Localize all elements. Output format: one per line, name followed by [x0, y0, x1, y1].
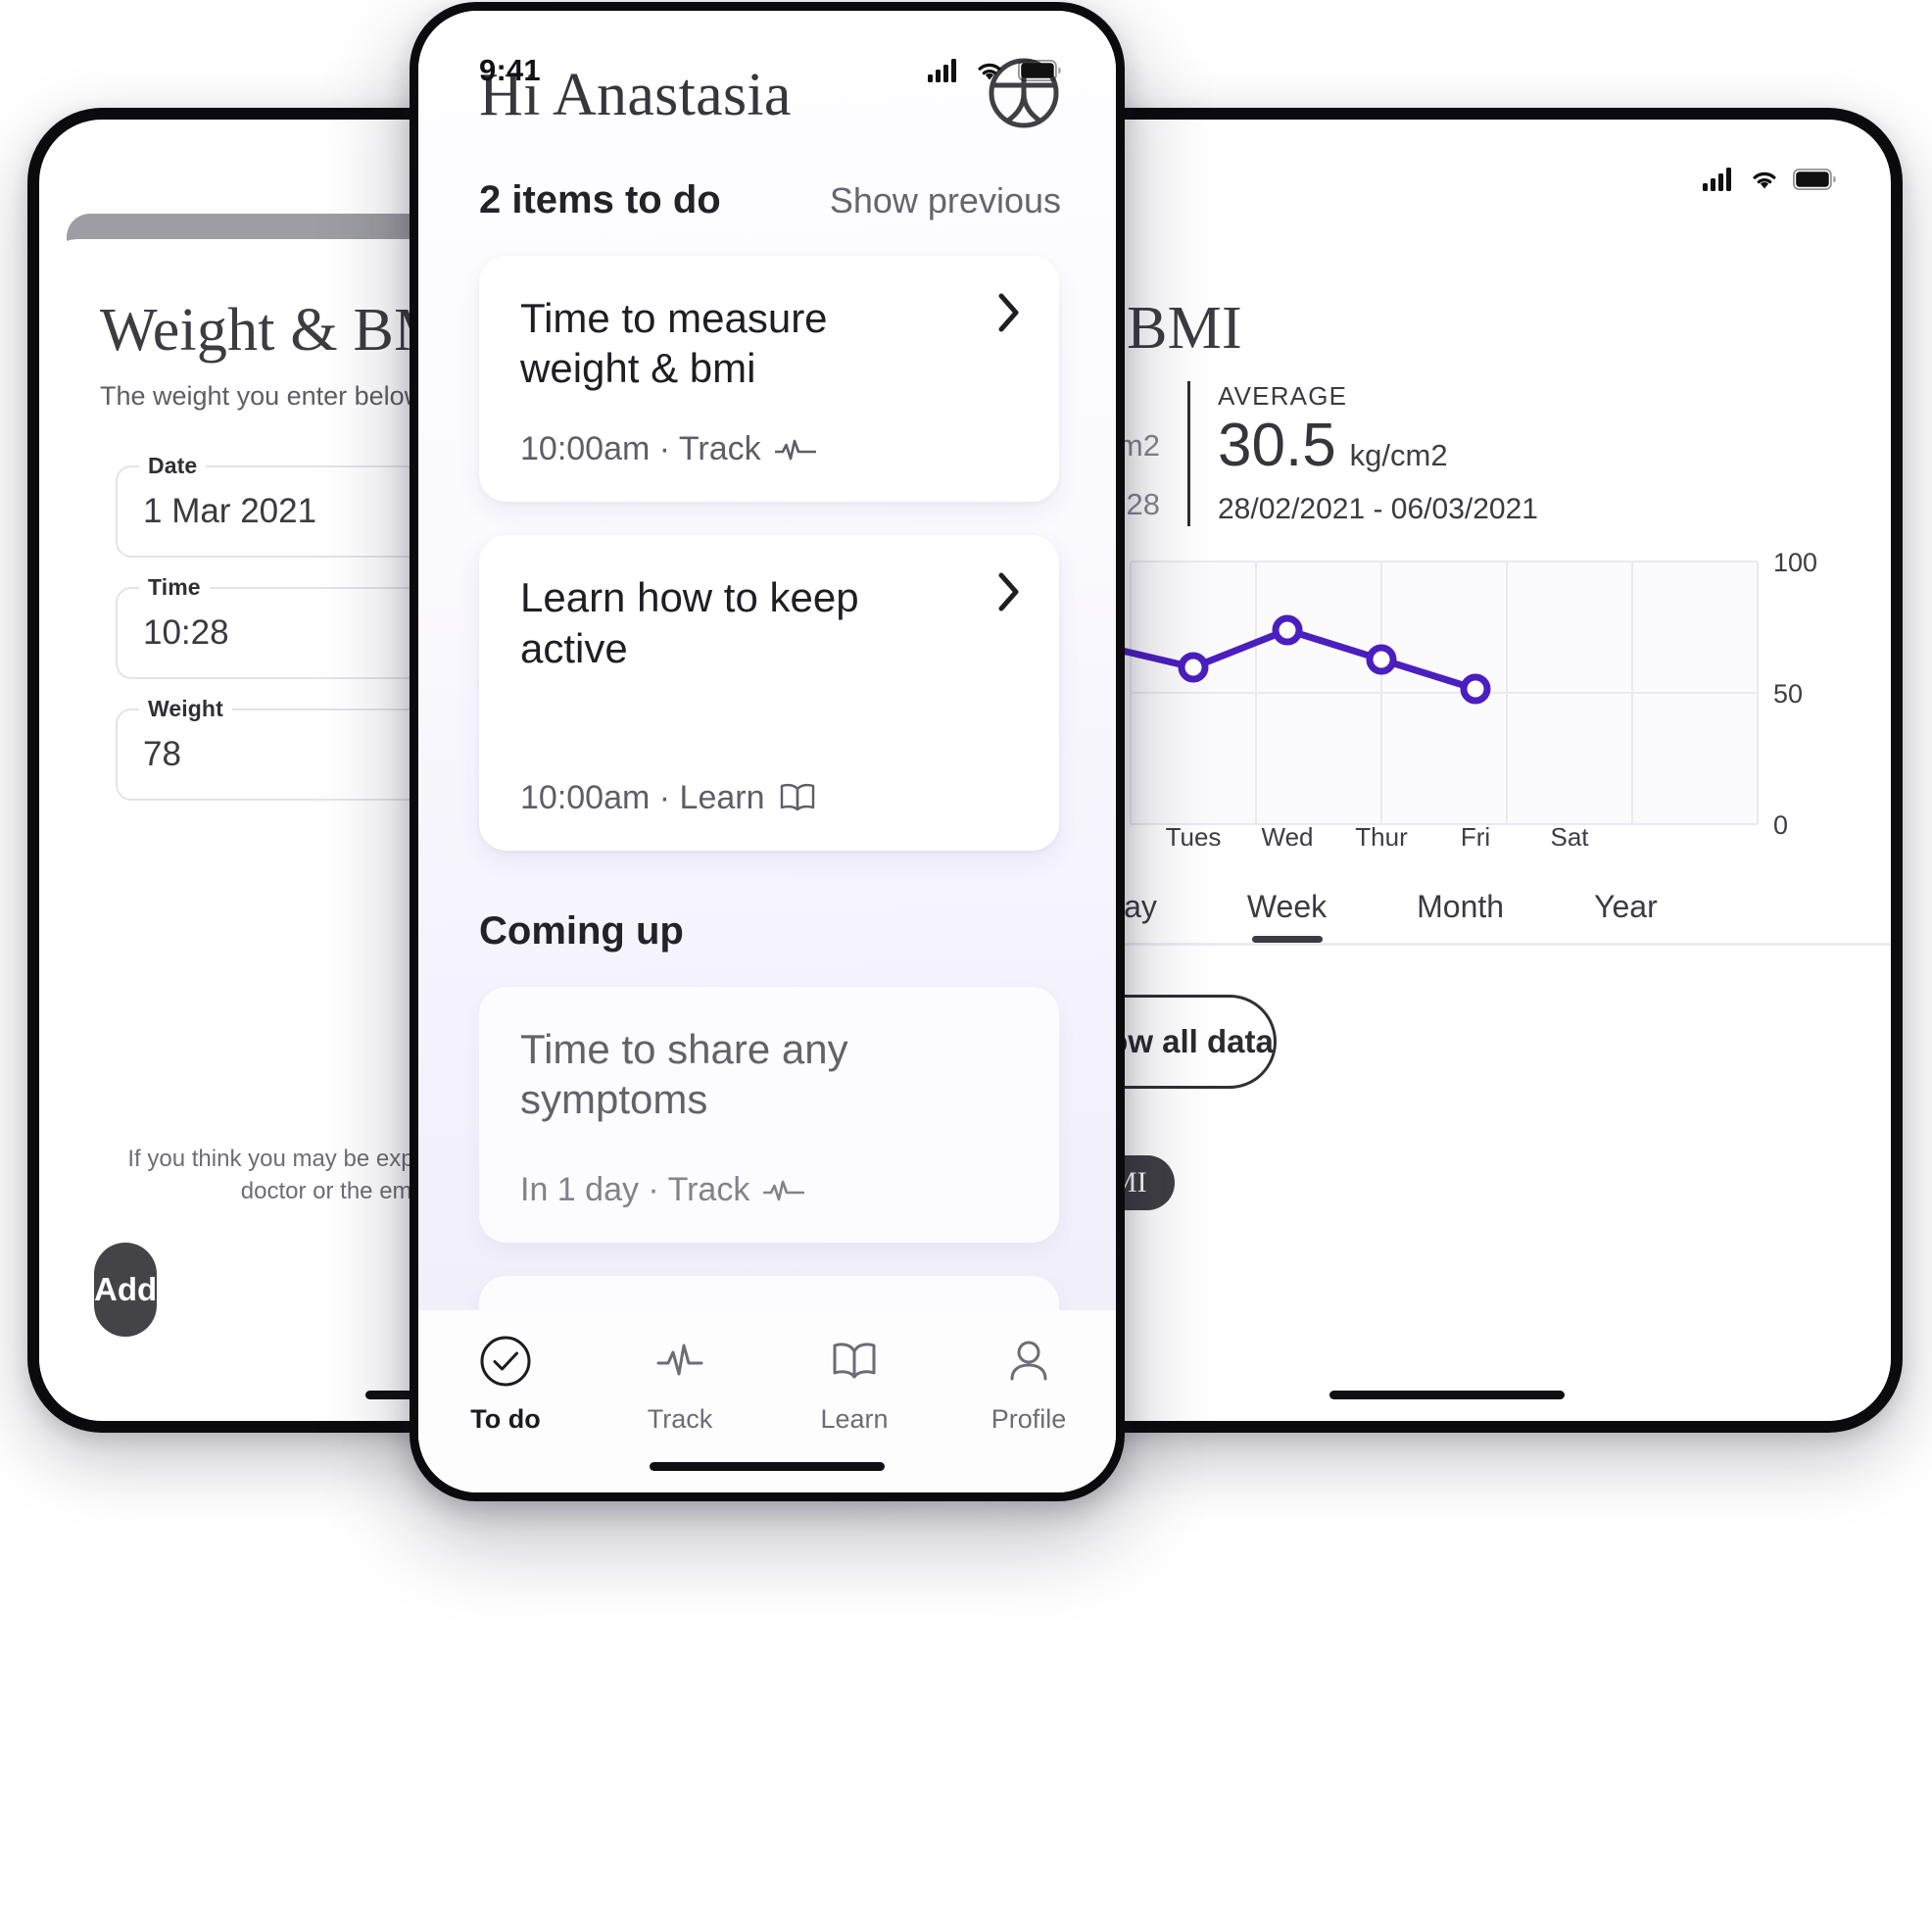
- coming-up-card-meta-row: In 1 day · Track: [520, 1171, 1018, 1209]
- segment-year[interactable]: Year: [1590, 889, 1662, 943]
- center-phone-frame: 9:41 Hi Anastasia 2 items to do Show pre…: [410, 2, 1125, 1501]
- date-field-value: 1 Mar 2021: [143, 491, 317, 530]
- tab-track[interactable]: Track: [593, 1332, 767, 1435]
- chart-xtick-thur: Thur: [1355, 822, 1408, 846]
- battery-icon: [1793, 169, 1836, 190]
- chart-ytick-100: 100: [1773, 552, 1817, 577]
- coming-up-card-title: Time to share any symptoms: [520, 1025, 848, 1123]
- center-status-bar: 9:41: [418, 11, 1116, 105]
- right-sheet: & BMI m2 :28 AVERAGE 30.5 kg/cm2 28/02/2…: [1003, 239, 1891, 1421]
- chart-xtick-tues: Tues: [1166, 822, 1222, 846]
- right-page-title: & BMI: [1064, 295, 1242, 362]
- chart-ytick-0: 0: [1773, 810, 1788, 840]
- wifi-icon: [978, 63, 1001, 80]
- bmi-line-chart: Tues Wed Thur Fri Sat 100 50 0: [1003, 552, 1891, 846]
- screenshot-stage: 9:41 Weight & BMI The weight you enter b…: [0, 0, 1932, 1907]
- todo-card-meta-text: 10:00am · Track: [520, 430, 761, 468]
- chart-y-tick-labels: 100 50 0: [1773, 552, 1817, 840]
- tab-profile[interactable]: Profile: [942, 1332, 1116, 1435]
- todo-card-keep-active[interactable]: Learn how to keep active 10:00am · Learn: [479, 535, 1059, 851]
- center-status-time: 9:41: [479, 53, 541, 87]
- date-field-label: Date: [139, 452, 207, 479]
- coming-up-card-symptoms[interactable]: Time to share any symptoms In 1 day · Tr…: [479, 986, 1059, 1244]
- chart-ytick-50: 50: [1773, 679, 1803, 709]
- pulse-icon: [656, 1344, 703, 1376]
- chart-svg: Tues Wed Thur Fri Sat 100 50 0: [1097, 552, 1817, 846]
- coming-up-card-meta-text: In 1 day · Track: [520, 1171, 750, 1209]
- book-icon: [833, 1343, 876, 1379]
- tab-label: Profile: [990, 1404, 1067, 1434]
- cellular-signal-icon: [928, 59, 956, 82]
- tab-to-do[interactable]: To do: [418, 1332, 593, 1435]
- wifi-icon: [1753, 171, 1776, 189]
- todo-card-title: Learn how to keep active: [520, 574, 859, 671]
- average-value: 30.5: [1218, 412, 1336, 479]
- right-status-icons: [1703, 168, 1836, 191]
- battery-icon: [1018, 60, 1061, 81]
- show-previous-link[interactable]: Show previous: [830, 180, 1061, 221]
- pulse-icon: [763, 1180, 805, 1201]
- todo-count-label: 2 items to do: [479, 178, 721, 221]
- tab-label: Track: [647, 1404, 713, 1434]
- pulse-icon: [774, 439, 816, 461]
- left-add-button[interactable]: Add: [94, 1243, 158, 1337]
- chart-xtick-sat: Sat: [1550, 822, 1589, 846]
- todo-card-meta-text: 10:00am · Learn: [520, 778, 765, 816]
- todo-card-meta-row: 10:00am · Track: [520, 430, 1018, 468]
- weight-field-value: 78: [143, 734, 181, 773]
- center-phone-body: 9:41 Hi Anastasia 2 items to do Show pre…: [418, 11, 1116, 1492]
- todo-card-meta-row: 10:00am · Learn: [520, 779, 1018, 817]
- todo-card-measure-weight[interactable]: Time to measure weight & bmi 10:00am · T…: [479, 256, 1059, 503]
- weight-field-label: Weight: [139, 695, 232, 722]
- cellular-signal-icon: [1703, 168, 1731, 191]
- center-status-icons: [928, 59, 1061, 82]
- right-phone-screen: & BMI m2 :28 AVERAGE 30.5 kg/cm2 28/02/2…: [1003, 120, 1891, 1421]
- todo-card-title: Time to measure weight & bmi: [520, 295, 828, 392]
- person-icon: [1010, 1341, 1047, 1381]
- todo-header-row: 2 items to do Show previous: [418, 135, 1116, 222]
- tab-label: To do: [470, 1404, 541, 1434]
- right-home-indicator: [1329, 1391, 1565, 1399]
- center-phone-screen: 9:41 Hi Anastasia 2 items to do Show pre…: [418, 11, 1116, 1492]
- segment-week[interactable]: Week: [1243, 889, 1330, 943]
- average-date-range: 28/02/2021 - 06/03/2021: [1218, 492, 1538, 525]
- chart-xtick-wed: Wed: [1262, 822, 1314, 846]
- time-field-value: 10:28: [143, 612, 229, 652]
- left-status-time: 9:41: [100, 162, 162, 196]
- tab-learn[interactable]: Learn: [767, 1332, 942, 1435]
- range-segmented-control: Day Week Month Year: [1003, 889, 1891, 943]
- coming-up-heading: Coming up: [479, 908, 684, 953]
- check-circle-icon: [480, 1336, 531, 1387]
- tab-label: Learn: [820, 1404, 889, 1434]
- segment-month[interactable]: Month: [1413, 889, 1508, 943]
- right-status-bar: [1003, 120, 1891, 214]
- chevron-right-icon: [998, 293, 1019, 332]
- average-caption: AVERAGE: [1218, 381, 1348, 411]
- chevron-right-icon: [998, 572, 1019, 611]
- chart-xtick-fri: Fri: [1461, 822, 1490, 846]
- chart-x-tick-labels: Tues Wed Thur Fri Sat: [1166, 822, 1590, 846]
- average-divider: [1187, 381, 1190, 526]
- center-home-indicator: [650, 1462, 885, 1471]
- right-phone-frame: & BMI m2 :28 AVERAGE 30.5 kg/cm2 28/02/2…: [991, 108, 1903, 1433]
- time-field-label: Time: [139, 573, 210, 601]
- average-unit: kg/cm2: [1349, 438, 1448, 472]
- average-block: m2 :28 AVERAGE 30.5 kg/cm2 28/02/2021 - …: [1042, 381, 1838, 526]
- book-icon: [780, 784, 814, 811]
